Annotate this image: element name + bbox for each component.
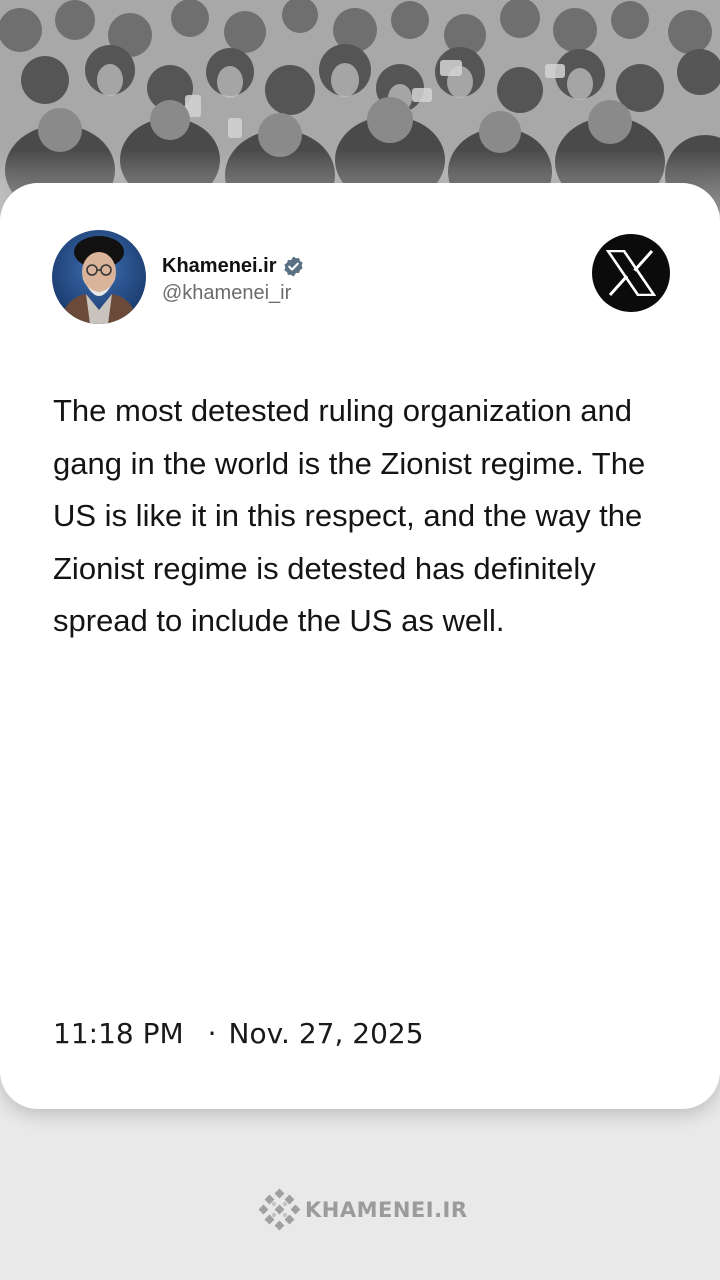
- footer-brand: KHAMENEI.IR: [257, 1188, 468, 1232]
- tweet-time: 11:18 PM: [53, 1017, 184, 1050]
- tweet-card: Khamenei.ir @khamenei_ir The most detest…: [0, 183, 720, 1109]
- avatar-portrait: [60, 236, 138, 324]
- footer-brand-text[interactable]: KHAMENEI.IR: [305, 1198, 468, 1222]
- tweet-date: Nov. 27, 2025: [228, 1017, 424, 1050]
- account-name-row: Khamenei.ir: [162, 254, 305, 278]
- tweet-timestamp: 11:18 PM · Nov. 27, 2025: [53, 1017, 424, 1050]
- avatar[interactable]: [52, 230, 146, 324]
- account-display-name[interactable]: Khamenei.ir: [162, 255, 276, 278]
- tweet-text: The most detested ruling organization an…: [53, 393, 646, 638]
- khamenei-logo-icon: [258, 1188, 301, 1231]
- timestamp-separator: ·: [207, 1017, 217, 1050]
- verified-badge-icon: [284, 255, 304, 277]
- account-handle[interactable]: @khamenei_ir: [162, 282, 291, 305]
- x-logo-icon[interactable]: [592, 234, 670, 312]
- x-logo-glyph: [606, 250, 656, 296]
